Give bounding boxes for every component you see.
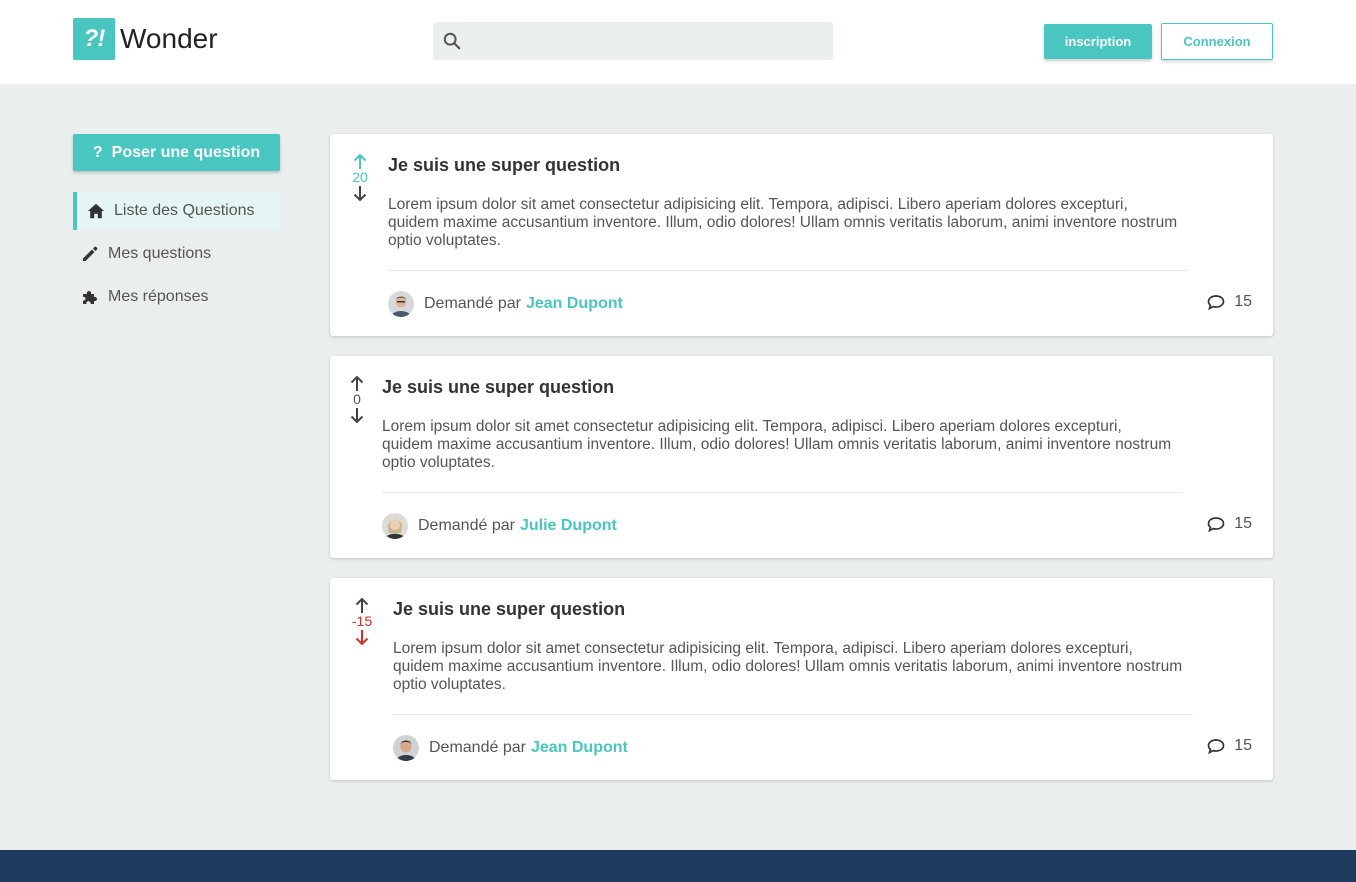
upvote-arrow-icon[interactable] <box>355 598 369 614</box>
downvote-arrow-icon[interactable] <box>353 185 367 201</box>
search-icon <box>443 32 461 50</box>
home-icon <box>87 202 105 220</box>
sidebar-item-my-answers[interactable]: Mes réponses <box>81 286 209 308</box>
vote-score: 0 <box>353 391 361 407</box>
vote-widget: 20 <box>350 154 370 201</box>
question-card[interactable]: -15 Je suis une super question Lorem ips… <box>330 578 1273 780</box>
author-link[interactable]: Jean Dupont <box>526 295 623 313</box>
vote-widget: 0 <box>347 376 367 423</box>
question-body: Lorem ipsum dolor sit amet consectetur a… <box>388 196 1178 249</box>
question-meta: Demandé par Jean Dupont <box>393 735 628 761</box>
comments-number: 15 <box>1234 293 1252 310</box>
question-card[interactable]: 0 Je suis une super question Lorem ipsum… <box>330 356 1273 558</box>
ask-question-button[interactable]: ? Poser une question <box>73 134 280 171</box>
top-header: ?! Wonder inscription Connexion <box>0 0 1356 84</box>
upvote-arrow-icon[interactable] <box>350 376 364 392</box>
puzzle-icon <box>81 288 99 306</box>
question-mark-icon: ? <box>92 143 103 161</box>
vote-score: 20 <box>352 169 368 185</box>
upvote-arrow-icon[interactable] <box>353 154 367 170</box>
sidebar-item-label: Mes réponses <box>108 288 209 305</box>
ask-question-label: Poser une question <box>111 143 261 161</box>
comment-icon <box>1207 739 1225 754</box>
vote-widget: -15 <box>352 598 372 645</box>
logo[interactable]: ?! Wonder <box>73 18 218 60</box>
asked-by-label: Demandé par <box>424 295 521 312</box>
comments-count[interactable]: 15 <box>1207 515 1252 533</box>
question-meta: Demandé par Julie Dupont <box>382 513 617 539</box>
sidebar-item-label: Mes questions <box>108 245 212 262</box>
question-title[interactable]: Je suis une super question <box>382 377 614 398</box>
author-link[interactable]: Julie Dupont <box>520 517 617 535</box>
question-card[interactable]: 20 Je suis une super question Lorem ipsu… <box>330 134 1273 336</box>
divider <box>393 714 1193 715</box>
logo-mark: ?! <box>73 18 115 60</box>
page-footer <box>0 850 1356 882</box>
signup-button[interactable]: inscription <box>1044 24 1152 59</box>
question-meta: Demandé par Jean Dupont <box>388 291 623 317</box>
downvote-arrow-icon[interactable] <box>350 407 364 423</box>
search-bar <box>433 22 833 60</box>
avatar <box>393 735 419 761</box>
sidebar-item-questions-list[interactable]: Liste des Questions <box>73 192 280 230</box>
asked-by-label: Demandé par <box>429 739 526 756</box>
comments-number: 15 <box>1234 515 1252 532</box>
sidebar-item-my-questions[interactable]: Mes questions <box>81 243 211 265</box>
logo-text: Wonder <box>120 23 218 54</box>
search-input[interactable] <box>469 22 833 60</box>
comments-number: 15 <box>1234 737 1252 754</box>
vote-score: -15 <box>351 613 373 629</box>
question-title[interactable]: Je suis une super question <box>388 155 620 176</box>
login-button[interactable]: Connexion <box>1161 23 1273 60</box>
comment-icon <box>1207 295 1225 310</box>
asked-by-label: Demandé par <box>418 517 515 534</box>
avatar <box>382 513 408 539</box>
question-title[interactable]: Je suis une super question <box>393 599 625 620</box>
comments-count[interactable]: 15 <box>1207 293 1252 311</box>
divider <box>388 270 1188 271</box>
pencil-icon <box>81 245 99 263</box>
question-body: Lorem ipsum dolor sit amet consectetur a… <box>382 418 1172 471</box>
question-body: Lorem ipsum dolor sit amet consectetur a… <box>393 640 1183 693</box>
divider <box>382 492 1182 493</box>
avatar <box>388 291 414 317</box>
sidebar-item-label: Liste des Questions <box>114 202 255 219</box>
downvote-arrow-icon[interactable] <box>355 629 369 645</box>
comment-icon <box>1207 517 1225 532</box>
author-link[interactable]: Jean Dupont <box>531 739 628 757</box>
comments-count[interactable]: 15 <box>1207 737 1252 755</box>
